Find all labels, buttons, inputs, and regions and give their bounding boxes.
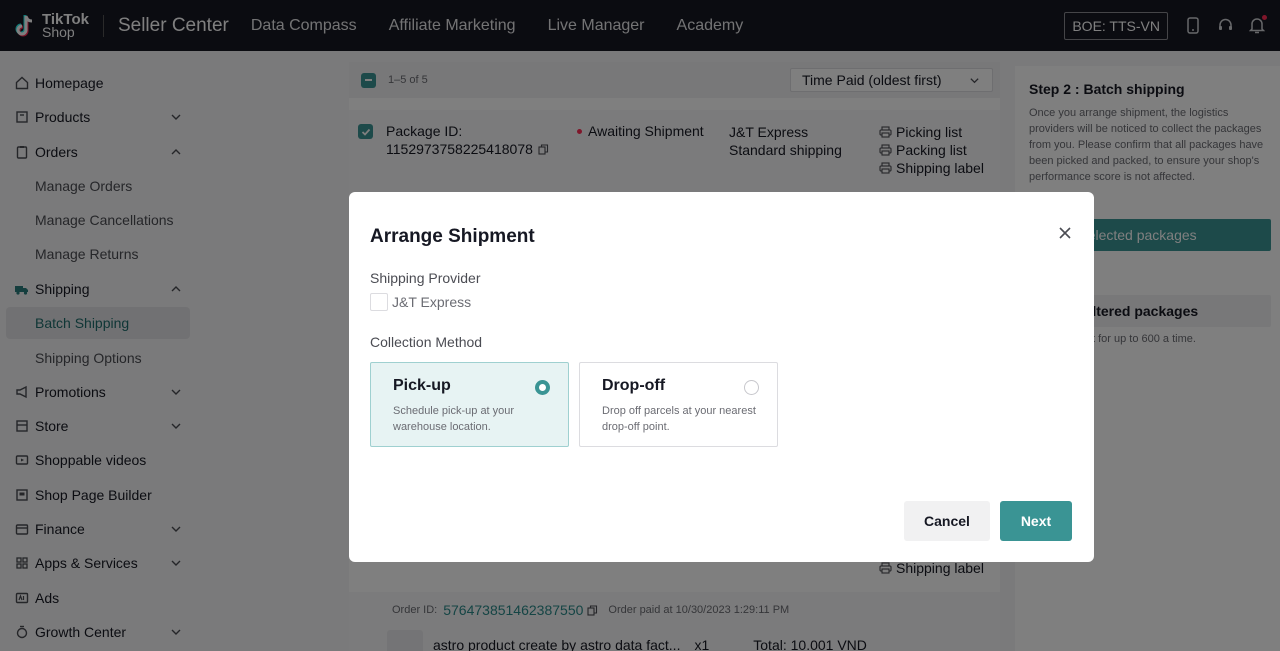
dropoff-title: Drop-off [602,377,666,394]
dialog-title: Arrange Shipment [370,226,535,247]
arrange-shipment-dialog: Arrange Shipment Shipping Provider J&T E… [349,192,1094,562]
collection-method-label: Collection Method [370,334,483,350]
shipping-provider-field[interactable]: J&T Express [370,293,471,311]
shipping-provider-label: Shipping Provider [370,270,481,286]
pickup-description: Schedule pick-up at your warehouse locat… [393,405,515,433]
dropoff-description: Drop off parcels at your nearest drop-of… [602,405,756,433]
pickup-title: Pick-up [393,377,451,394]
next-button[interactable]: Next [1000,501,1072,541]
close-icon[interactable] [1058,226,1072,240]
provider-checkbox[interactable] [370,293,388,311]
provider-value: J&T Express [392,294,472,310]
dropoff-radio[interactable] [744,380,759,395]
dropoff-option-card[interactable]: Drop-off Drop off parcels at your neares… [579,362,778,447]
cancel-button[interactable]: Cancel [904,501,990,541]
pickup-radio[interactable] [535,380,550,395]
pickup-option-card[interactable]: Pick-up Schedule pick-up at your warehou… [370,362,569,447]
